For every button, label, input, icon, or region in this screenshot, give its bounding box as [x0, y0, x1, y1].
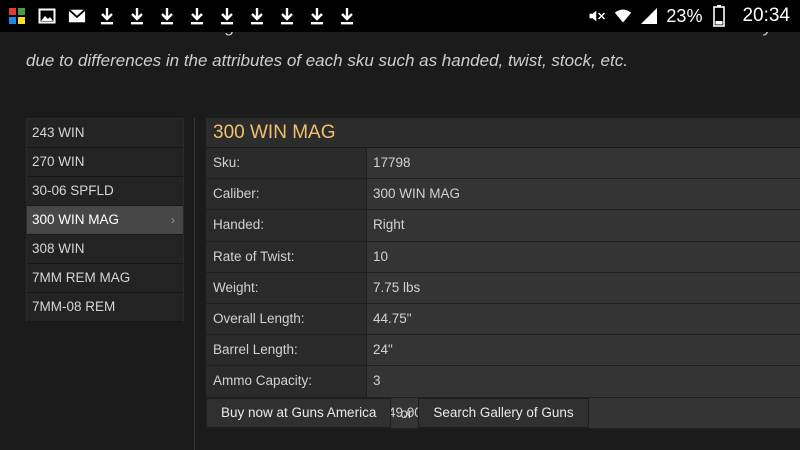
download-icon [278, 7, 296, 25]
detail-row-weight: Weight: 7.75 lbs [206, 272, 800, 304]
detail-key: Handed: [206, 210, 367, 241]
battery-percent: 23% [666, 5, 703, 26]
detail-key: Weight: [206, 272, 367, 303]
detail-key: Caliber: [206, 179, 367, 210]
detail-row-ammo-capacity: Ammo Capacity: 3 [206, 366, 800, 398]
intro-line-1: Please select a chambering below to view… [26, 32, 800, 44]
battery-icon [710, 5, 728, 27]
intro-text: Please select a chambering below to view… [26, 32, 800, 78]
detail-row-handed: Handed: Right [206, 210, 800, 242]
detail-key: Rate of Twist: [206, 241, 367, 272]
detail-row-overall-length: Overall Length: 44.75" [206, 303, 800, 336]
wifi-icon [614, 7, 632, 25]
caliber-item-label: 300 WIN MAG [32, 212, 120, 227]
chevron-right-icon: › [171, 213, 175, 227]
caliber-item-243-win[interactable]: 243 WIN [27, 119, 183, 148]
caliber-item-300-win-mag[interactable]: 300 WIN MAG › [27, 206, 183, 235]
or-separator: or [400, 405, 413, 421]
detail-row-caliber: Caliber: 300 WIN MAG [206, 179, 800, 211]
download-icon [158, 7, 176, 25]
detail-value: 24" [367, 335, 800, 366]
caliber-item-7mm-rem-mag[interactable]: 7MM REM MAG [27, 264, 183, 293]
caliber-item-270-win[interactable]: 270 WIN [27, 148, 183, 177]
detail-value: Right [367, 210, 800, 241]
action-bar: Buy now at Guns America or Search Galler… [206, 398, 589, 428]
search-gallery-button[interactable]: Search Gallery of Guns [418, 398, 589, 428]
caliber-item-label: 7MM REM MAG [32, 270, 131, 285]
mute-icon [588, 7, 606, 25]
download-icon [188, 7, 206, 25]
status-bar: 23% 20:34 [0, 0, 800, 32]
detail-value: 3 [367, 366, 800, 397]
detail-value: 17798 [367, 148, 800, 179]
detail-value: 300 WIN MAG [367, 179, 800, 210]
app-icon [8, 7, 26, 25]
caliber-item-308-win[interactable]: 308 WIN [27, 235, 183, 264]
download-icon [128, 7, 146, 25]
detail-row-twist: Rate of Twist: 10 [206, 241, 800, 273]
caliber-item-30-06-spfld[interactable]: 30-06 SPFLD [27, 177, 183, 206]
caliber-item-label: 243 WIN [32, 125, 85, 140]
detail-key: Sku: [206, 148, 367, 179]
detail-value: 44.75" [367, 303, 800, 335]
detail-panel: 300 WIN MAG Sku: 17798 Caliber: 300 WIN MA… [206, 118, 800, 429]
download-icon [308, 7, 326, 25]
caliber-list: 243 WIN 270 WIN 30-06 SPFLD 300 WIN MAG ›… [26, 118, 184, 322]
detail-key: Overall Length: [206, 303, 367, 335]
caliber-item-7mm-08-rem[interactable]: 7MM-08 REM [27, 293, 183, 322]
clock: 20:34 [742, 5, 790, 26]
signal-icon [640, 7, 658, 25]
image-icon [38, 7, 56, 25]
detail-key: Barrel Length: [206, 335, 367, 366]
download-icon [248, 7, 266, 25]
divider [194, 118, 195, 450]
detail-title: 300 WIN MAG [206, 118, 800, 148]
caliber-item-label: 7MM-08 REM [32, 299, 116, 314]
detail-row-sku: Sku: 17798 [206, 148, 800, 180]
download-icon [218, 7, 236, 25]
download-icon [338, 7, 356, 25]
caliber-item-label: 30-06 SPFLD [32, 183, 114, 198]
caliber-item-label: 308 WIN [32, 241, 85, 256]
caliber-item-label: 270 WIN [32, 154, 85, 169]
detail-value: 7.75 lbs [367, 272, 800, 303]
detail-value: 10 [367, 241, 800, 272]
detail-key: Ammo Capacity: [206, 366, 367, 397]
page-content: Please select a chambering below to view… [0, 32, 800, 450]
system-tray: 23% 20:34 [588, 4, 790, 28]
detail-row-barrel-length: Barrel Length: 24" [206, 335, 800, 367]
buy-now-button[interactable]: Buy now at Guns America [206, 398, 392, 428]
notification-icons [8, 6, 356, 26]
intro-line-2: due to differences in the attributes of … [26, 51, 628, 70]
mail-icon [68, 7, 86, 25]
download-icon [98, 7, 116, 25]
